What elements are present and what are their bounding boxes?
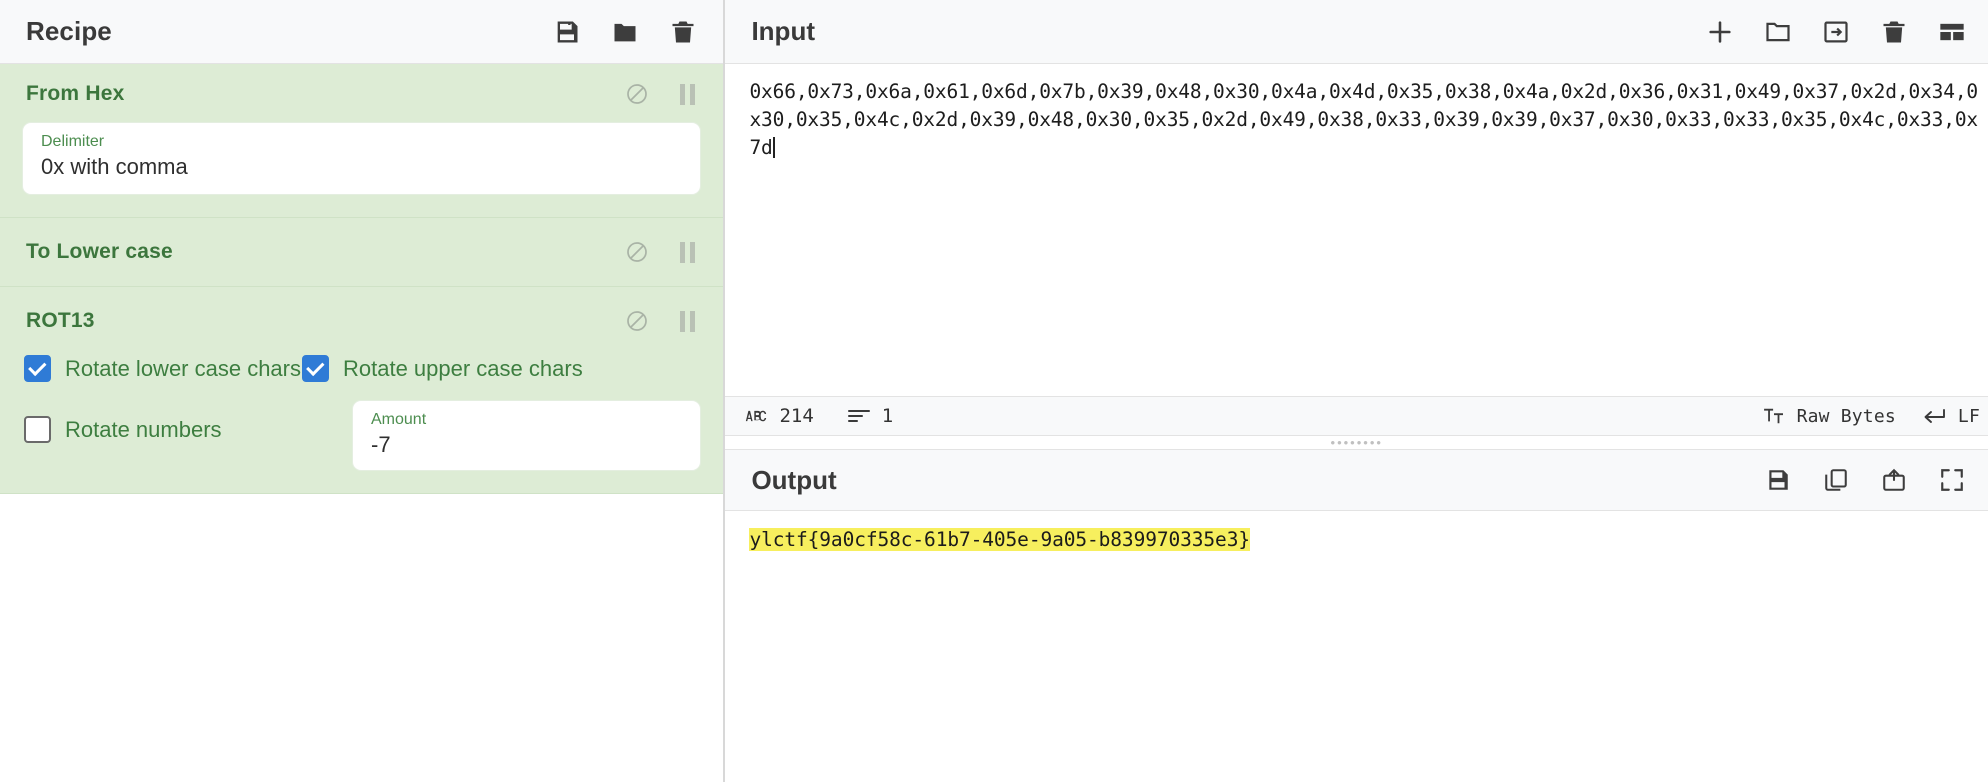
input-line: 0x66,0x73,0x6a,0x61,0x6d,0x7b,0x39,0x48,…	[749, 80, 1978, 103]
operation-title: To Lower case	[26, 240, 173, 263]
save-icon[interactable]	[1764, 466, 1792, 494]
rotate-numbers-label: Rotate numbers	[65, 416, 222, 442]
input-lines-group: 1	[847, 405, 894, 427]
input-format-value[interactable]: Raw Bytes	[1797, 406, 1896, 427]
input-eol-value[interactable]: LF	[1958, 406, 1980, 427]
input-textarea[interactable]: 0x66,0x73,0x6a,0x61,0x6d,0x7b,0x39,0x48,…	[725, 64, 1988, 396]
output-text: ylctf{9a0cf58c-61b7-405e-9a05-b839970335…	[749, 528, 1250, 551]
breakpoint-pause-icon[interactable]	[675, 309, 699, 333]
amount-value: -7	[371, 432, 391, 457]
checkbox-box-unchecked[interactable]	[24, 416, 51, 443]
operation-controls	[625, 82, 699, 106]
io-pane: Input 0x66,0x73,0x6a,0x61,0x6d,0x7b,0x39…	[725, 0, 1988, 782]
amount-field[interactable]: Amount -7	[352, 400, 702, 471]
delimiter-field[interactable]: Delimiter 0x with comma	[22, 122, 702, 195]
move-output-to-input-icon[interactable]	[1880, 466, 1908, 494]
input-lines-value: 1	[881, 405, 894, 427]
input-line: x30,0x35,0x4c,0x2d,0x39,0x48,0x30,0x35,0…	[749, 108, 1978, 131]
text-format-icon[interactable]	[1763, 407, 1785, 425]
disable-operation-icon[interactable]	[625, 309, 649, 333]
operation-controls	[625, 309, 699, 333]
disable-operation-icon[interactable]	[625, 82, 649, 106]
splitter-grip: ••••••••	[1330, 434, 1383, 450]
input-status-bar: 214 1 Raw Bytes LF	[725, 396, 1988, 436]
delimiter-label: Delimiter	[41, 133, 105, 150]
breakpoint-pause-icon[interactable]	[675, 240, 699, 264]
rotate-upper-case-checkbox[interactable]: Rotate upper case chars	[302, 355, 583, 382]
recipe-header-icons	[553, 18, 697, 46]
disable-operation-icon[interactable]	[625, 240, 649, 264]
folder-icon[interactable]	[611, 18, 639, 46]
operation-header: To Lower case	[0, 218, 723, 286]
rotate-lower-case-label: Rotate lower case chars	[65, 355, 301, 381]
add-tab-icon[interactable]	[1706, 18, 1734, 46]
output-header: Output	[725, 449, 1988, 511]
input-header-icons	[1706, 18, 1966, 46]
operation-header: From Hex	[0, 64, 723, 122]
input-header: Input	[725, 0, 1988, 64]
abc-icon	[745, 409, 767, 423]
checkbox-box-checked[interactable]	[302, 355, 329, 382]
output-textarea[interactable]: ylctf{9a0cf58c-61b7-405e-9a05-b839970335…	[725, 511, 1988, 782]
save-icon[interactable]	[553, 18, 581, 46]
input-length-group: 214	[745, 405, 814, 427]
output-title: Output	[751, 464, 837, 495]
amount-label: Amount	[371, 411, 427, 428]
enter-arrow-icon[interactable]	[1922, 408, 1946, 424]
reset-pane-layout-icon[interactable]	[1938, 18, 1966, 46]
maximise-icon[interactable]	[1938, 466, 1966, 494]
input-status-right: Raw Bytes LF	[1763, 406, 1980, 427]
trash-icon[interactable]	[1880, 18, 1908, 46]
recipe-operation-to-lower-case[interactable]: To Lower case	[0, 218, 724, 287]
pane-splitter[interactable]: ••••••••	[725, 436, 1988, 449]
operation-title: From Hex	[26, 82, 125, 105]
input-title: Input	[751, 16, 815, 46]
copy-icon[interactable]	[1822, 466, 1850, 494]
input-line-with-caret: 7d	[749, 134, 1978, 162]
rotate-numbers-cell: Rotate numbers	[22, 400, 352, 443]
recipe-header: Recipe	[0, 0, 724, 64]
recipe-operation-rot13[interactable]: ROT13 Rotate lower case chars Rotate upp…	[0, 287, 724, 494]
recipe-pane: Recipe From Hex Delimiter 0x with comma …	[0, 0, 726, 782]
open-file-icon[interactable]	[1822, 18, 1850, 46]
trash-icon[interactable]	[669, 18, 697, 46]
recipe-operation-list: From Hex Delimiter 0x with comma To Lowe…	[0, 64, 724, 782]
rotate-upper-case-label: Rotate upper case chars	[343, 355, 583, 381]
operation-controls	[625, 240, 699, 264]
operation-header: ROT13	[0, 287, 723, 349]
operation-title: ROT13	[26, 309, 95, 332]
input-line-text: 7d	[749, 136, 773, 159]
operation-arguments: Delimiter 0x with comma	[0, 122, 723, 217]
rotate-numbers-checkbox[interactable]: Rotate numbers	[22, 400, 352, 443]
checkbox-box-checked[interactable]	[24, 355, 51, 382]
folder-open-icon[interactable]	[1764, 18, 1792, 46]
cyberchef-app: Recipe From Hex Delimiter 0x with comma …	[0, 0, 1988, 782]
rot13-checkbox-row: Rotate lower case chars Rotate upper cas…	[0, 349, 723, 382]
input-length-value: 214	[779, 405, 814, 427]
recipe-operation-from-hex[interactable]: From Hex Delimiter 0x with comma	[0, 64, 724, 218]
rotate-lower-case-checkbox[interactable]: Rotate lower case chars	[22, 355, 302, 382]
breakpoint-pause-icon[interactable]	[675, 82, 699, 106]
rot13-amount-row: Rotate numbers Amount -7	[0, 382, 723, 493]
text-caret	[772, 137, 775, 158]
recipe-title: Recipe	[26, 16, 112, 46]
lines-icon	[847, 408, 870, 424]
output-header-icons	[1764, 466, 1966, 494]
delimiter-value: 0x with comma	[41, 154, 188, 179]
